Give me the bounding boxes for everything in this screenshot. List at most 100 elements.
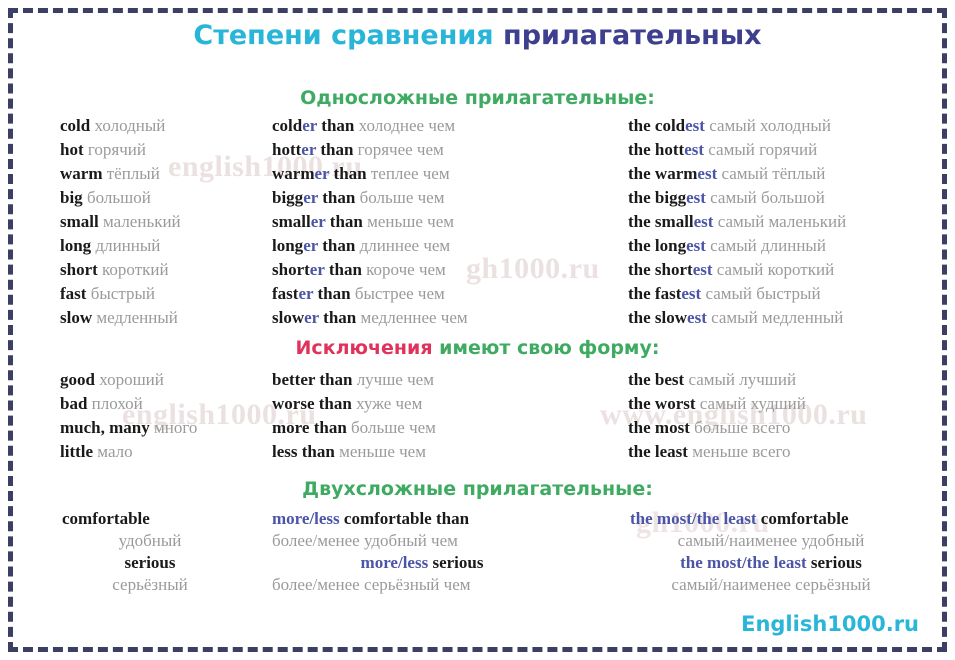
table-row: long длинный longer than длиннее чем the l…: [0, 234, 955, 258]
comparative-degree-cell: smaller than меньше чем: [272, 210, 454, 234]
comparative-degree-cell: warmer than теплее чем: [272, 162, 450, 186]
superlative-stem: the least: [628, 442, 688, 461]
superlative-degree-cell: the shortest самый короткий: [628, 258, 834, 282]
page-title: Степени сравнения прилагательных: [0, 20, 955, 51]
superlative-degree-cell: the most/the least serious: [630, 552, 912, 574]
comparative-russian: более/менее удобный чем: [272, 531, 458, 550]
comparative-stem: warm: [272, 164, 315, 183]
positive-degree-cell: long длинный: [60, 234, 160, 258]
one-syllable-table: cold холодный colder than холоднее чем the…: [0, 114, 955, 330]
superlative-russian: самый тёплый: [721, 164, 826, 183]
page-title-part-one: Степени сравнения: [193, 20, 504, 51]
comparative-than: than: [325, 212, 363, 231]
superlative-suffix: est: [692, 260, 713, 279]
positive-degree-cell: little мало: [60, 440, 133, 464]
comparative-degree-cell: slower than медленнее чем: [272, 306, 468, 330]
positive-russian: удобный: [118, 531, 182, 550]
superlative-russian: самый большой: [710, 188, 825, 207]
positive-degree-cell: big большой: [60, 186, 151, 210]
positive-degree-cell: much, many много: [60, 416, 197, 440]
positive-english: slow: [60, 308, 93, 327]
comparative-degree-cell: worse than хуже чем: [272, 392, 422, 416]
comparative-suffix: er: [304, 308, 319, 327]
superlative-russian: самый худший: [699, 394, 806, 413]
superlative-adjective: serious: [806, 553, 862, 572]
positive-degree-cell: small маленький: [60, 210, 181, 234]
superlative-russian-cell: самый/наименее удобный: [630, 530, 912, 552]
positive-english: hot: [60, 140, 84, 159]
section-heading-exceptions-rest: имеют свою форму:: [432, 337, 660, 359]
superlative-russian: больше всего: [694, 418, 791, 437]
positive-russian: медленный: [96, 308, 178, 327]
superlative-russian: самый быстрый: [705, 284, 821, 303]
comparative-russian: теплее чем: [370, 164, 450, 183]
positive-russian: много: [153, 418, 198, 437]
comparative-than: than: [317, 116, 355, 135]
comparative-suffix: er: [303, 188, 318, 207]
positive-degree-cell: good хороший: [60, 368, 164, 392]
comparative-russian: меньше чем: [339, 442, 426, 461]
comparative-than: than: [309, 418, 347, 437]
comparative-suffix: er: [309, 260, 325, 279]
comparative-stem: short: [272, 260, 310, 279]
comparative-than: than: [317, 188, 356, 207]
section-heading-label: Двухсложные прилагательные:: [302, 478, 653, 500]
superlative-russian: самый/наименее удобный: [677, 531, 865, 550]
comparative-stem: hott: [272, 140, 302, 159]
superlative-suffix: est: [687, 308, 707, 327]
comparative-stem: more: [272, 418, 310, 437]
positive-russian: мало: [97, 442, 133, 461]
positive-english: fast: [60, 284, 87, 303]
positive-russian: быстрый: [90, 284, 155, 303]
comparative-suffix: er: [302, 116, 318, 135]
superlative-stem: the warm: [628, 164, 698, 183]
table-row: hot горячий hotter than горячее чем the ho…: [0, 138, 955, 162]
comparative-degree-cell: more/less serious: [272, 552, 572, 574]
positive-russian: короткий: [102, 260, 169, 279]
two-syllable-entry: serious more/less serious the most/the lea…: [0, 552, 955, 596]
comparative-suffix: er: [310, 212, 326, 231]
comparative-adjective: comfortable than: [339, 509, 470, 528]
positive-russian: маленький: [102, 212, 181, 231]
comparative-degree-cell: shorter than короче чем: [272, 258, 446, 282]
comparative-degree-cell: less than меньше чем: [272, 440, 426, 464]
positive-russian-cell: удобный: [62, 530, 238, 552]
superlative-suffix: est: [697, 164, 718, 183]
comparative-suffix: er: [301, 140, 317, 159]
superlative-modifier: the most/the least: [630, 509, 757, 528]
comparative-than: than: [313, 284, 351, 303]
positive-english: small: [60, 212, 99, 231]
positive-english: comfortable: [62, 509, 150, 528]
positive-english: serious: [124, 553, 176, 572]
comparative-degree-cell: better than лучше чем: [272, 368, 434, 392]
superlative-degree-cell: the slowest самый медленный: [628, 306, 843, 330]
superlative-degree-cell: the most/the least comfortable: [630, 508, 849, 530]
section-heading-label: Односложные прилагательные:: [300, 87, 655, 109]
two-syllable-table: comfortable more/less comfortable than the…: [0, 508, 955, 596]
superlative-russian-cell: самый/наименее серьёзный: [630, 574, 912, 596]
superlative-stem: the best: [628, 370, 685, 389]
positive-russian: серьёзный: [112, 575, 188, 594]
table-row: fast быстрый faster than быстрее чем the f…: [0, 282, 955, 306]
superlative-stem: the short: [628, 260, 693, 279]
positive-degree-cell: short короткий: [60, 258, 169, 282]
comparative-degree-cell: more/less comfortable than: [272, 508, 469, 530]
site-logo[interactable]: English1000.ru: [741, 612, 919, 636]
positive-english: warm: [60, 164, 103, 183]
positive-english: long: [60, 236, 92, 255]
positive-russian: холодный: [94, 116, 166, 135]
superlative-stem: the most: [628, 418, 690, 437]
table-row: warm тёплый warmer than теплее чем the war…: [0, 162, 955, 186]
comparative-russian-cell: более/менее удобный чем: [272, 530, 458, 552]
superlative-russian: самый маленький: [717, 212, 847, 231]
superlative-russian: самый короткий: [716, 260, 835, 279]
comparative-stem: bigg: [272, 188, 304, 207]
comparative-russian: меньше чем: [367, 212, 455, 231]
comparative-than: than: [318, 308, 357, 327]
superlative-degree-cell: the fastest самый быстрый: [628, 282, 821, 306]
superlative-degree-cell: the coldest самый холодный: [628, 114, 831, 138]
superlative-suffix: est: [686, 236, 706, 255]
comparative-degree-cell: more than больше чем: [272, 416, 436, 440]
superlative-stem: the long: [628, 236, 687, 255]
comparative-russian: длиннее чем: [359, 236, 451, 255]
